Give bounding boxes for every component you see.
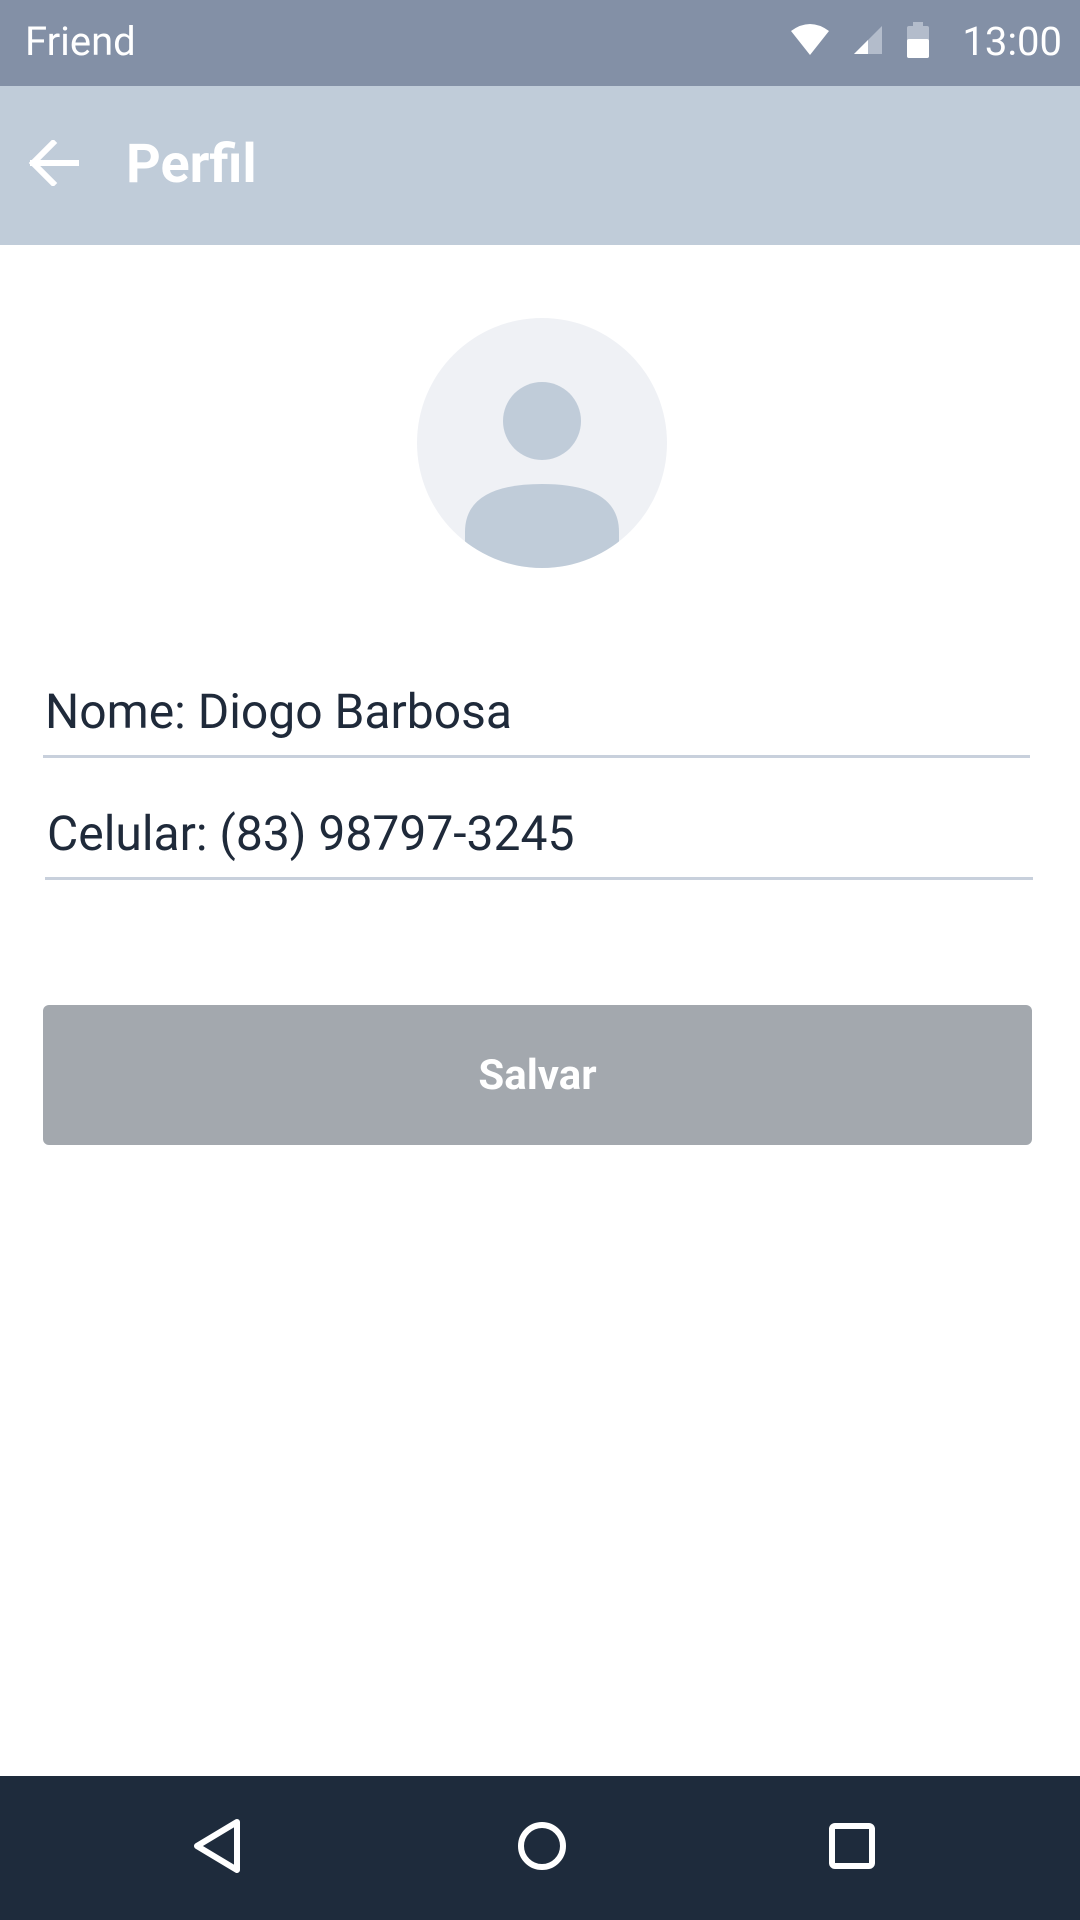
navigation-bar bbox=[0, 1776, 1080, 1920]
save-button[interactable]: Salvar bbox=[43, 1005, 1032, 1145]
page-title: Perfil bbox=[126, 133, 257, 196]
recents-square-icon bbox=[826, 1820, 878, 1876]
name-field[interactable]: Nome: Diogo Barbosa bbox=[43, 668, 1030, 758]
back-triangle-icon bbox=[191, 1818, 243, 1878]
arrow-left-icon bbox=[27, 138, 80, 190]
back-button[interactable] bbox=[20, 132, 86, 198]
home-circle-icon bbox=[516, 1820, 568, 1876]
nav-home-button[interactable] bbox=[497, 1806, 587, 1890]
wifi-icon bbox=[790, 23, 830, 61]
status-bar: Friend 13:00 bbox=[0, 0, 1080, 86]
toolbar: Perfil bbox=[0, 86, 1080, 245]
phone-field-value: Celular: (83) 98797-3245 bbox=[47, 805, 575, 862]
nav-back-button[interactable] bbox=[172, 1806, 262, 1890]
name-field-value: Nome: Diogo Barbosa bbox=[45, 683, 512, 740]
avatar[interactable] bbox=[417, 318, 667, 568]
status-time: 13:00 bbox=[962, 18, 1062, 65]
battery-icon bbox=[906, 22, 930, 62]
signal-icon bbox=[852, 24, 884, 60]
nav-recents-button[interactable] bbox=[807, 1806, 897, 1890]
person-placeholder-icon bbox=[465, 382, 619, 568]
status-app-name: Friend bbox=[25, 18, 136, 65]
status-icons: 13:00 bbox=[790, 14, 1062, 70]
phone-field[interactable]: Celular: (83) 98797-3245 bbox=[45, 790, 1033, 880]
